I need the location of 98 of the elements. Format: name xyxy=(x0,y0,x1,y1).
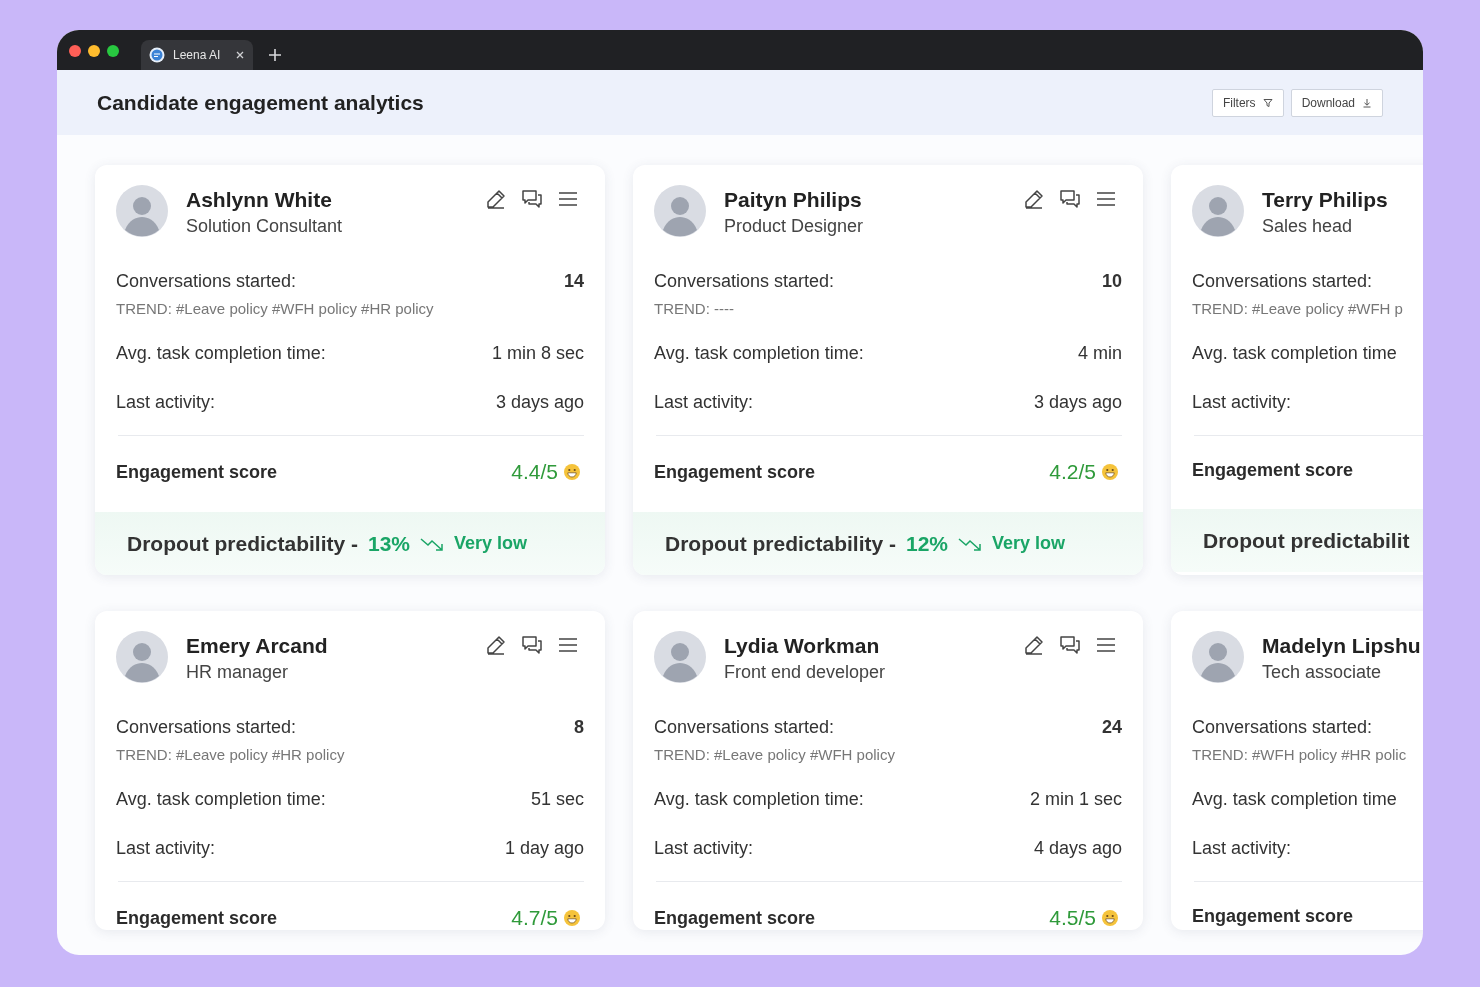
stat-value: 4 min xyxy=(1078,343,1122,364)
stat-label: Conversations started: xyxy=(116,717,297,738)
candidate-role: Sales head xyxy=(1262,216,1354,237)
tab-title: Leena AI xyxy=(173,48,222,62)
candidate-name: Paityn Philips xyxy=(724,188,863,212)
pencil-icon[interactable] xyxy=(1022,187,1046,211)
grinning-face-icon xyxy=(564,464,580,480)
stat-label: Avg. task completion time: xyxy=(654,343,864,364)
new-tab-icon[interactable] xyxy=(268,48,282,62)
stat-value: 1 day ago xyxy=(504,838,584,859)
pencil-icon[interactable] xyxy=(484,633,508,657)
score-label: Engagement score xyxy=(116,907,278,929)
avatar xyxy=(654,185,706,237)
stat-label: Avg. task completion time xyxy=(1192,789,1397,810)
score-label: Engagement score xyxy=(1192,906,1354,927)
stat-value: 8 xyxy=(574,717,584,738)
avatar xyxy=(116,631,168,683)
score-value: 4.7/5 xyxy=(511,906,558,930)
chat-icon[interactable] xyxy=(520,187,544,211)
trend-text: TREND: #Leave policy #WFH p xyxy=(1192,300,1404,317)
score-label: Engagement score xyxy=(116,461,278,483)
candidate-name: Emery Arcand xyxy=(186,634,329,658)
candidate-name: Lydia Workman xyxy=(724,634,881,658)
stat-label: Avg. task completion time: xyxy=(116,343,326,364)
trend-text: TREND: ---- xyxy=(654,300,735,317)
close-window-button[interactable] xyxy=(69,45,81,57)
trend-text: TREND: #Leave policy #WFH policy #HR policy xyxy=(116,300,435,317)
stat-value: 51 sec xyxy=(530,789,584,810)
score-value: 4.4/5 xyxy=(511,460,558,484)
trend-down-icon xyxy=(420,536,445,551)
candidate-name: Madelyn Lipshu xyxy=(1262,634,1422,658)
stat-label: Avg. task completion time xyxy=(1192,343,1397,364)
grinning-face-icon xyxy=(1102,910,1118,926)
candidate-role: Solution Consultant xyxy=(186,216,344,237)
stat-value: 14 xyxy=(563,271,584,292)
browser-tab[interactable]: Leena AI xyxy=(141,40,253,70)
score-value: 4.2/5 xyxy=(1049,460,1096,484)
filters-button[interactable]: Filters xyxy=(1211,88,1284,117)
stat-value: 2 min 1 sec xyxy=(1029,789,1122,810)
avatar xyxy=(1192,185,1244,237)
stat-label: Conversations started: xyxy=(654,271,835,292)
dropout-rating: Very low xyxy=(454,533,528,554)
avatar xyxy=(654,631,706,683)
stat-label: Avg. task completion time: xyxy=(654,789,864,810)
score-label: Engagement score xyxy=(654,907,816,929)
grinning-face-icon xyxy=(564,910,580,926)
score-value: 4.5/5 xyxy=(1049,906,1096,930)
candidate-role: Front end developer xyxy=(724,662,887,683)
stat-value: 3 days ago xyxy=(495,392,584,413)
stat-label: Avg. task completion time: xyxy=(116,789,326,810)
stat-value: 1 min 8 sec xyxy=(491,343,584,364)
avatar xyxy=(1192,631,1244,683)
dropout-label: Dropout predictabilit xyxy=(1203,528,1410,553)
stat-value: 3 days ago xyxy=(1033,392,1122,413)
page-title: Candidate engagement analytics xyxy=(97,90,424,115)
filter-icon xyxy=(1262,97,1273,108)
trend-down-icon xyxy=(958,536,983,551)
trend-text: TREND: #Leave policy #HR policy xyxy=(116,746,346,763)
score-label: Engagement score xyxy=(1192,460,1354,481)
dropout-label: Dropout predictability - xyxy=(665,531,896,556)
trend-text: TREND: #WFH policy #HR polic xyxy=(1192,746,1408,763)
dropout-rating: Very low xyxy=(992,533,1066,554)
stat-label: Last activity: xyxy=(654,838,754,859)
candidate-name: Terry Philips xyxy=(1262,188,1389,212)
stat-label: Last activity: xyxy=(1192,838,1292,859)
grinning-face-icon xyxy=(1102,464,1118,480)
stat-label: Conversations started: xyxy=(116,271,297,292)
dropout-percent: 12% xyxy=(906,531,949,556)
stat-value: 24 xyxy=(1101,717,1122,738)
stat-label: Conversations started: xyxy=(1192,271,1373,292)
chat-icon[interactable] xyxy=(1058,633,1082,657)
chat-bubble-icon xyxy=(149,47,165,63)
trend-text: TREND: #Leave policy #WFH policy xyxy=(654,746,896,763)
stat-label: Last activity: xyxy=(116,392,216,413)
minimize-window-button[interactable] xyxy=(88,45,100,57)
candidate-role: Product Designer xyxy=(724,216,865,237)
candidate-role: HR manager xyxy=(186,662,290,683)
stat-label: Last activity: xyxy=(1192,392,1292,413)
dropout-percent: 13% xyxy=(368,531,411,556)
candidate-role: Tech associate xyxy=(1262,662,1383,683)
stat-value: 4 days ago xyxy=(1033,838,1122,859)
stat-label: Last activity: xyxy=(654,392,754,413)
stat-label: Conversations started: xyxy=(654,717,835,738)
maximize-window-button[interactable] xyxy=(107,45,119,57)
pencil-icon[interactable] xyxy=(1022,633,1046,657)
score-label: Engagement score xyxy=(654,461,816,483)
stat-label: Conversations started: xyxy=(1192,717,1373,738)
avatar xyxy=(116,185,168,237)
stat-value: 10 xyxy=(1101,271,1122,292)
pencil-icon[interactable] xyxy=(484,187,508,211)
download-icon xyxy=(1362,97,1372,108)
stat-label: Last activity: xyxy=(116,838,216,859)
chat-icon[interactable] xyxy=(520,633,544,657)
candidate-name: Ashlynn White xyxy=(186,188,333,212)
close-tab-icon[interactable] xyxy=(235,50,245,60)
dropout-label: Dropout predictability - xyxy=(127,531,358,556)
download-button[interactable]: Download xyxy=(1290,88,1383,117)
chat-icon[interactable] xyxy=(1058,187,1082,211)
